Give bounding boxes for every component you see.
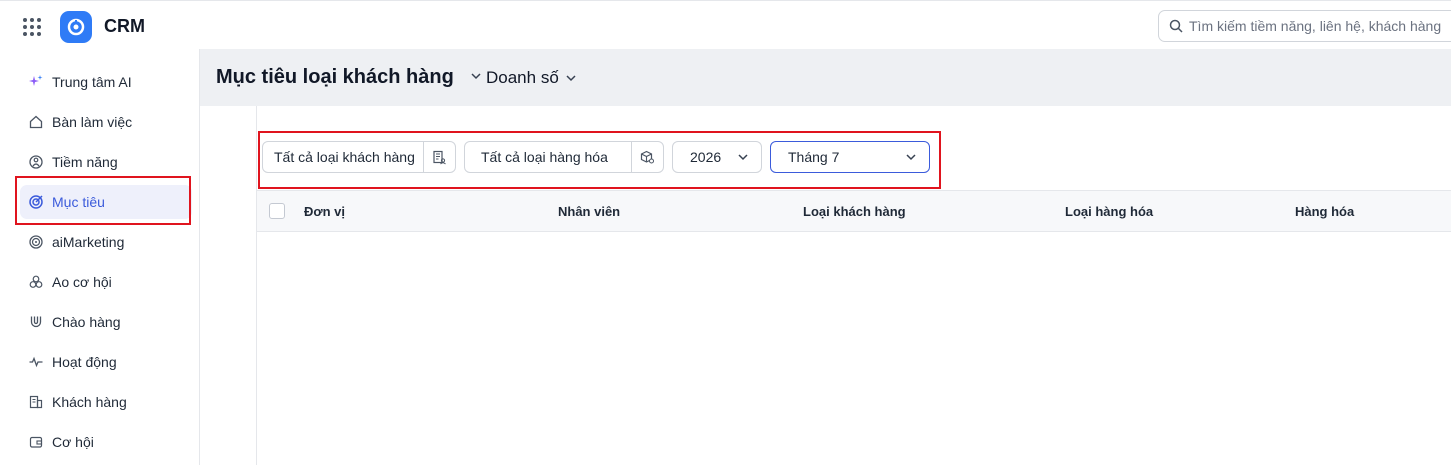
sidebar-item-label: Hoạt động [52,354,117,370]
chevron-down-icon [906,154,916,161]
sidebar-item-quotes[interactable]: Chào hàng [20,305,192,339]
search-input[interactable] [1189,18,1449,34]
sidebar: Trung tâm AI Bàn làm việc Tiềm năng Mục … [8,49,200,465]
sidebar-item-ai-center[interactable]: Trung tâm AI [20,65,192,99]
building-icon [28,394,44,410]
chevron-down-icon [566,75,576,82]
wallet-icon [28,434,44,450]
customer-type-picker-icon[interactable] [423,142,455,172]
customer-type-filter[interactable]: Tất cả loại khách hàng [262,141,456,173]
app-grid-icon[interactable] [22,17,42,37]
lead-icon [28,154,44,170]
target-icon [28,194,44,210]
sidebar-item-label: Cơ hội [52,434,94,450]
product-type-filter[interactable]: Tất cả loại hàng hóa [464,141,664,173]
column-header-customer-type[interactable]: Loại khách hàng [803,204,906,219]
global-search[interactable] [1158,10,1451,42]
chevron-down-icon[interactable] [470,72,482,80]
search-icon [1169,19,1183,33]
month-value: Tháng 7 [788,149,840,165]
top-bar: CRM [0,0,1451,49]
report-type-label: Doanh số [486,68,559,87]
product-type-picker-icon[interactable] [631,142,663,172]
pulse-icon [28,354,44,370]
customer-type-label: Tất cả loại khách hàng [274,149,415,165]
sidebar-item-workspace[interactable]: Bàn làm việc [20,105,192,139]
sidebar-item-aimarketing[interactable]: aiMarketing [20,225,192,259]
page-title: Mục tiêu loại khách hàng [216,66,454,88]
sparkle-icon [28,74,44,90]
chevron-down-icon [738,154,748,161]
sidebar-item-label: Chào hàng [52,314,121,330]
page-header: Mục tiêu loại khách hàng Doanh số [200,49,1451,106]
magnet-icon [28,314,44,330]
report-type-select[interactable]: Doanh số [486,68,577,88]
sidebar-item-label: Trung tâm AI [52,74,132,90]
sidebar-item-leads[interactable]: Tiềm năng [20,145,192,179]
year-select[interactable]: 2026 [672,141,762,173]
column-header-employee[interactable]: Nhân viên [558,204,620,219]
sidebar-item-activities[interactable]: Hoạt động [20,345,192,379]
sidebar-item-customers[interactable]: Khách hàng [20,385,192,419]
sidebar-item-opportunities[interactable]: Cơ hội [20,425,192,459]
table-header: Đơn vị Nhân viên Loại khách hàng Loại hà… [256,190,1451,232]
select-all-checkbox[interactable] [269,203,285,219]
year-value: 2026 [690,149,722,165]
app-title: CRM [104,16,145,36]
sidebar-item-label: Khách hàng [52,394,127,410]
crm-logo-icon[interactable] [60,11,92,43]
column-header-unit[interactable]: Đơn vị [304,204,345,219]
sidebar-item-label: Mục tiêu [52,194,105,210]
sidebar-item-label: Tiềm năng [52,154,118,170]
sidebar-item-label: Bàn làm việc [52,114,133,130]
sidebar-item-opportunity-pool[interactable]: Ao cơ hội [20,265,192,299]
pool-icon [28,274,44,290]
sidebar-item-targets[interactable]: Mục tiêu [20,185,192,219]
month-select[interactable]: Tháng 7 [770,141,930,173]
product-type-label: Tất cả loại hàng hóa [481,149,608,165]
ai-marketing-icon [28,234,44,250]
home-icon [28,114,44,130]
column-header-product-type[interactable]: Loại hàng hóa [1065,204,1153,219]
sidebar-item-label: aiMarketing [52,234,125,250]
column-header-product[interactable]: Hàng hóa [1295,204,1354,219]
sidebar-item-label: Ao cơ hội [52,274,112,290]
